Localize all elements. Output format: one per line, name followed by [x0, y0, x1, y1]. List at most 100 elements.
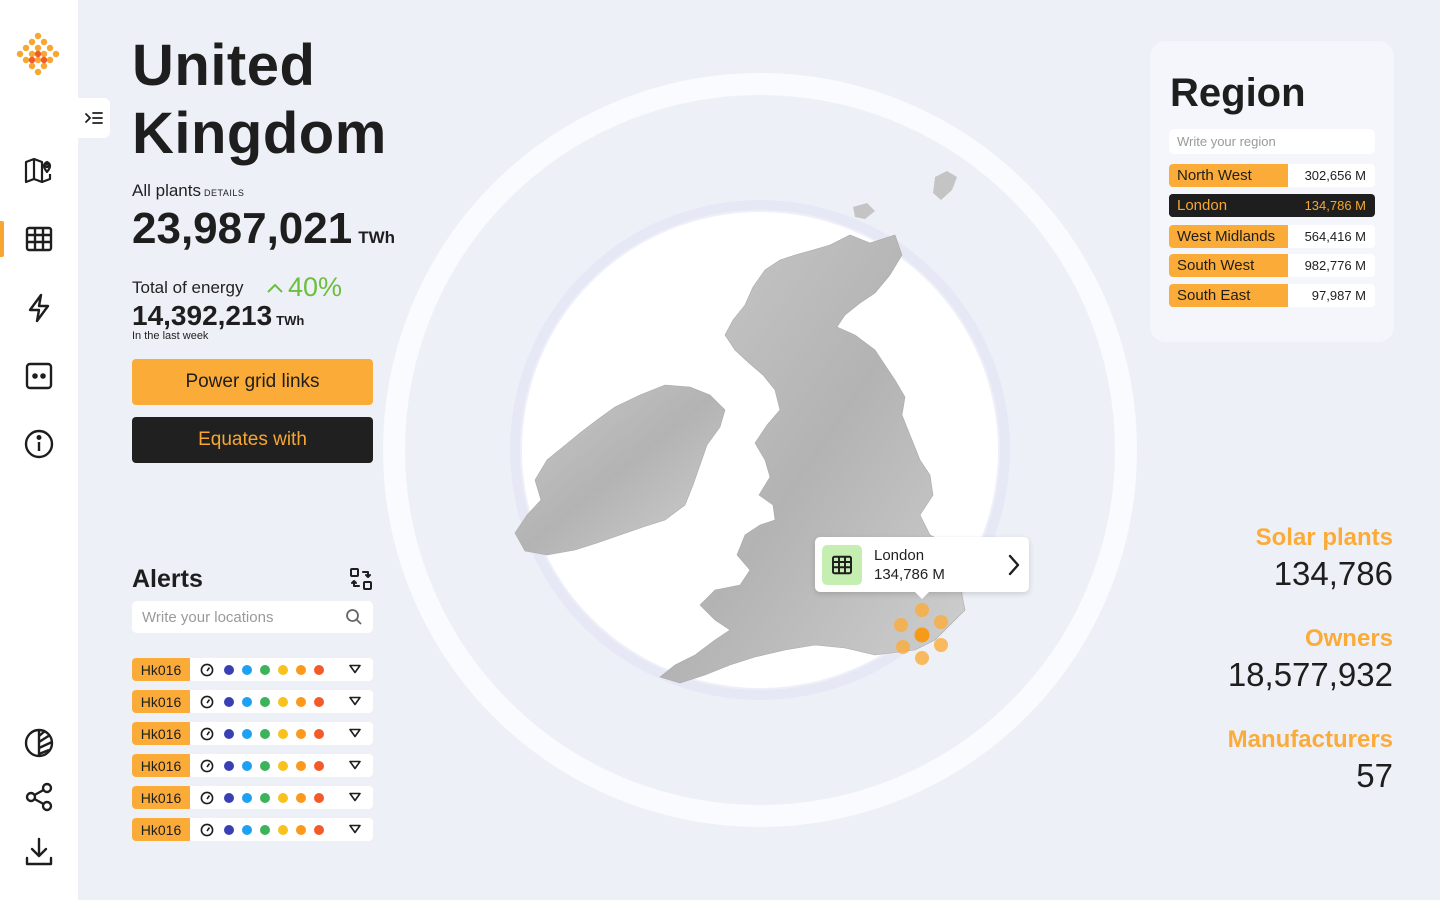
gauge-icon: [200, 823, 214, 836]
nav-device[interactable]: [0, 354, 78, 398]
status-dot: [260, 824, 270, 835]
alert-row[interactable]: Hk016: [132, 690, 373, 713]
status-dot: [314, 664, 324, 675]
status-dot: [278, 824, 288, 835]
search-icon[interactable]: [345, 608, 363, 626]
location-tooltip[interactable]: London 134,786 M: [815, 537, 1029, 599]
page-title-line1: United: [132, 33, 316, 98]
nav-map[interactable]: [0, 148, 78, 192]
owners-label: Owners: [1304, 625, 1393, 652]
region-value: 564,416 M: [1304, 229, 1366, 244]
chevron-up-icon: [267, 283, 283, 293]
chevron-right-icon[interactable]: [1007, 553, 1021, 577]
status-dot: [296, 824, 306, 835]
nav-energy[interactable]: [0, 286, 78, 330]
alert-row[interactable]: Hk016: [132, 658, 373, 681]
nav-download[interactable]: [0, 830, 78, 874]
shetland-shape: [933, 171, 957, 200]
equates-with-button[interactable]: Equates with: [132, 417, 373, 463]
gauge-icon: [200, 695, 214, 708]
theme-toggle-icon: [24, 728, 54, 758]
tooltip-text: London 134,786 M: [874, 546, 945, 584]
status-dot: [260, 696, 270, 707]
status-dot: [314, 728, 324, 739]
nav-solar[interactable]: [0, 217, 78, 261]
status-dot: [296, 696, 306, 707]
status-dot: [278, 760, 288, 771]
region-search-box: [1169, 129, 1375, 154]
status-dot: [242, 824, 252, 835]
alert-tag: Hk016: [132, 722, 190, 745]
nav-info[interactable]: [0, 422, 78, 466]
caret-down-icon[interactable]: [349, 696, 361, 706]
app-logo-icon[interactable]: [12, 30, 64, 82]
alerts-search-input[interactable]: [142, 608, 332, 626]
details-link[interactable]: DETAILS: [204, 188, 244, 198]
all-plants-value: 23,987,021 TWh: [132, 204, 395, 254]
tooltip-location-value: 134,786 M: [874, 565, 945, 583]
alert-row[interactable]: Hk016: [132, 722, 373, 745]
region-row[interactable]: West Midlands 564,416 M: [1169, 225, 1375, 248]
status-dot: [242, 664, 252, 675]
tooltip-location-name: London: [874, 546, 925, 564]
region-search-input[interactable]: [1177, 134, 1367, 149]
solar-panel-icon: [25, 226, 53, 252]
power-grid-links-button[interactable]: Power grid links: [132, 359, 373, 405]
region-name: West Midlands: [1169, 225, 1288, 248]
caret-down-icon[interactable]: [349, 792, 361, 802]
region-name: South East: [1169, 284, 1288, 307]
status-dot: [242, 760, 252, 771]
energy-change-value: 40%: [288, 272, 343, 302]
caret-down-icon[interactable]: [349, 824, 361, 834]
status-dot: [260, 728, 270, 739]
region-panel: Region North West 302,656 M London 134,786 …: [1150, 41, 1394, 342]
region-row[interactable]: North West 302,656 M: [1169, 164, 1375, 187]
owners-value: 18,577,932: [1227, 656, 1393, 693]
all-plants-number: 23,987,021: [132, 204, 353, 253]
orkney-shape: [853, 203, 875, 219]
download-icon: [25, 837, 53, 866]
status-dot: [224, 728, 234, 739]
status-dot: [296, 664, 306, 675]
status-dot: [242, 696, 252, 707]
status-dot: [314, 760, 324, 771]
region-value: 982,776 M: [1304, 258, 1366, 273]
status-dot: [278, 664, 288, 675]
alert-row[interactable]: Hk016: [132, 818, 373, 841]
nav-share[interactable]: [0, 775, 78, 819]
gauge-icon: [200, 759, 214, 772]
solar-plants-value: 134,786: [1273, 555, 1393, 592]
region-row[interactable]: South East 97,987 M: [1169, 284, 1375, 307]
caret-down-icon[interactable]: [349, 728, 361, 738]
caret-down-icon[interactable]: [349, 760, 361, 770]
status-dot: [224, 696, 234, 707]
status-dot: [278, 792, 288, 803]
region-value: 134,786 M: [1304, 198, 1366, 213]
device-icon: [25, 362, 53, 390]
all-plants-label: All plants DETAILS: [132, 181, 244, 201]
alert-row[interactable]: Hk016: [132, 754, 373, 777]
energy-value: 14,392,213 TWh: [132, 300, 304, 332]
gauge-icon: [200, 727, 214, 740]
status-dots: [224, 696, 324, 707]
nav-theme[interactable]: [0, 721, 78, 765]
status-dot: [224, 664, 234, 675]
status-dot: [278, 696, 288, 707]
status-dot: [314, 792, 324, 803]
region-row[interactable]: South West 982,776 M: [1169, 254, 1375, 277]
caret-down-icon[interactable]: [349, 664, 361, 674]
status-dots: [224, 792, 324, 803]
alert-row[interactable]: Hk016: [132, 786, 373, 809]
region-value: 302,656 M: [1304, 168, 1366, 183]
region-row[interactable]: London 134,786 M: [1169, 194, 1375, 217]
status-dot: [296, 792, 306, 803]
sidebar-collapse-button[interactable]: [78, 98, 110, 138]
status-dot: [314, 696, 324, 707]
solar-panel-icon: [832, 555, 852, 574]
status-dot: [296, 728, 306, 739]
swap-icon[interactable]: [348, 566, 374, 592]
status-dot: [224, 760, 234, 771]
manufacturers-label: Manufacturers: [1227, 726, 1393, 753]
alert-tag: Hk016: [132, 658, 190, 681]
status-dot: [224, 792, 234, 803]
